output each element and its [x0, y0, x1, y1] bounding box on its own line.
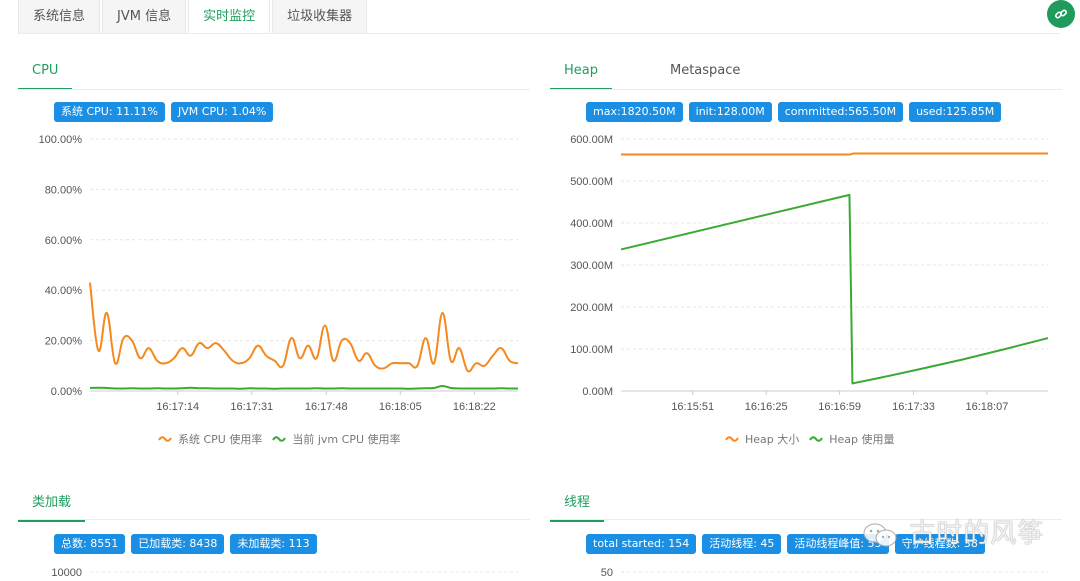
legend-label: 当前 jvm CPU 使用率	[292, 433, 401, 446]
wechat-icon	[863, 523, 897, 546]
class-loaded-badge: 已加载类: 8438	[131, 534, 225, 554]
y-tick-label: 100.00M	[570, 344, 613, 356]
x-tick-label: 16:18:22	[453, 401, 496, 413]
thread-total-started-badge: total started: 154	[586, 534, 697, 554]
thread-y-tick: 50	[601, 567, 613, 579]
x-tick-label: 16:17:48	[305, 401, 348, 413]
tab-class-loading[interactable]: 类加载	[18, 484, 86, 522]
x-tick-label: 16:17:31	[230, 401, 273, 413]
y-tick-label: 40.00%	[45, 285, 83, 297]
orange-wave-icon	[158, 436, 172, 442]
series-line-当前 jvm CPU 使用率	[89, 384, 519, 390]
cpu-legend: 系统 CPU 使用率 当前 jvm CPU 使用率	[158, 431, 401, 447]
watermark: 古时的风筝	[862, 513, 1044, 550]
charts-canvas: 0.00% 20.00% 40.00% 60.00% 80.00% 100.00% 16:1…	[39, 134, 1049, 579]
legend-label: Heap 使用量	[829, 433, 895, 446]
x-tick-label: 16:16:25	[745, 401, 788, 413]
thread-tabs: 线程	[550, 484, 605, 522]
y-tick-label: 80.00%	[45, 184, 83, 196]
y-tick-label: 600.00M	[570, 134, 613, 146]
legend-system-cpu[interactable]: 系统 CPU 使用率	[158, 431, 262, 447]
thread-chart: 50	[601, 567, 1048, 579]
class-y-tick: 10000	[51, 567, 82, 579]
legend-label: Heap 大小	[745, 433, 800, 446]
legend-label: 系统 CPU 使用率	[178, 433, 263, 446]
class-total-badge: 总数: 8551	[54, 534, 126, 554]
y-tick-label: 20.00%	[45, 336, 83, 348]
class-unloaded-badge: 未加载类: 113	[230, 534, 317, 554]
heap-legend: Heap 大小 Heap 使用量	[725, 431, 895, 447]
class-tabs: 类加载	[18, 484, 86, 522]
green-wave-icon	[272, 436, 287, 442]
green-wave-icon	[809, 436, 824, 442]
class-tab-divider	[18, 519, 530, 520]
watermark-text: 古时的风筝	[909, 519, 1045, 549]
y-tick-label: 0.00%	[51, 386, 82, 398]
y-tick-label: 200.00M	[570, 302, 613, 314]
legend-heap-size[interactable]: Heap 大小	[725, 431, 799, 447]
y-tick-label: 100.00%	[39, 134, 83, 146]
x-tick-label: 16:15:51	[671, 401, 714, 413]
class-chart: 10000	[51, 567, 518, 579]
y-tick-label: 300.00M	[570, 260, 613, 272]
y-tick-label: 0.00M	[582, 386, 613, 398]
x-tick-label: 16:18:05	[379, 401, 422, 413]
legend-jvm-cpu[interactable]: 当前 jvm CPU 使用率	[272, 431, 401, 447]
class-badges: 总数: 8551 已加载类: 8438 未加载类: 113	[54, 534, 317, 554]
orange-wave-icon	[725, 436, 739, 442]
x-tick-label: 16:17:33	[892, 401, 935, 413]
x-tick-label: 16:17:14	[156, 401, 199, 413]
y-tick-label: 500.00M	[570, 176, 613, 188]
series-line-系统 CPU 使用率	[89, 282, 519, 373]
tab-threads[interactable]: 线程	[550, 484, 605, 522]
heap-chart: 0.00M 100.00M 200.00M 300.00M 400.00M 500.00M…	[570, 134, 1049, 413]
x-tick-label: 16:16:59	[818, 401, 861, 413]
cpu-chart: 0.00% 20.00% 40.00% 60.00% 80.00% 100.00% 16:1…	[39, 134, 519, 413]
x-tick-label: 16:18:07	[966, 401, 1009, 413]
series-line-Heap 大小	[621, 152, 1048, 156]
thread-active-badge: 活动线程: 45	[702, 534, 782, 554]
legend-heap-used[interactable]: Heap 使用量	[809, 431, 895, 447]
y-tick-label: 60.00%	[45, 235, 83, 247]
y-tick-label: 400.00M	[570, 218, 613, 230]
